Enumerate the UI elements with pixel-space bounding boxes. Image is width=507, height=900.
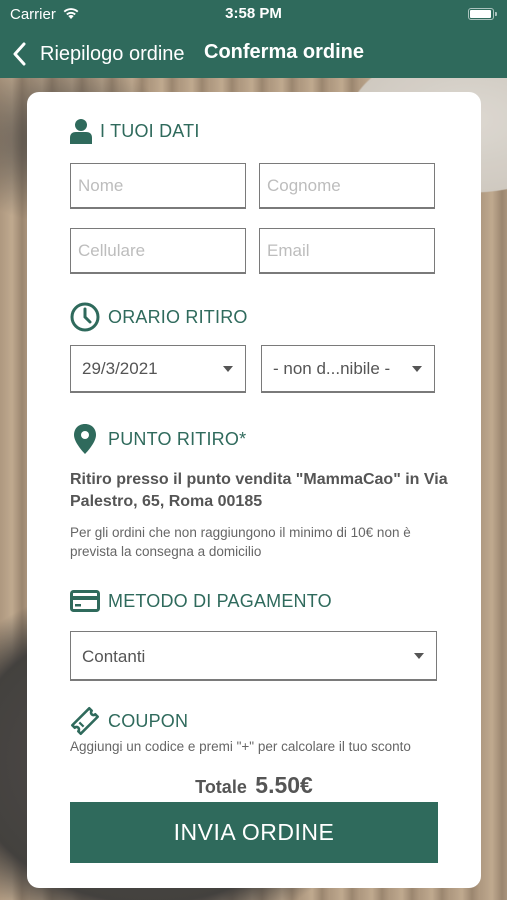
pickup-address: Ritiro presso il punto vendita "MammaCao… bbox=[70, 471, 448, 510]
coupon-hint: Aggiungi un codice e premi "+" per calco… bbox=[70, 739, 411, 754]
section-title: ORARIO RITIRO bbox=[108, 306, 248, 327]
submit-order-button[interactable]: INVIA ORDINE bbox=[70, 802, 438, 863]
battery-icon bbox=[468, 8, 497, 20]
total-value: 5.50€ bbox=[255, 772, 313, 798]
status-time: 3:58 PM bbox=[225, 5, 282, 22]
pickup-note: Per gli ordini che non raggiungono il mi… bbox=[70, 525, 411, 559]
first-name-input[interactable] bbox=[71, 164, 245, 207]
chevron-down-icon bbox=[223, 366, 233, 372]
order-total: Totale 5.50€ bbox=[27, 772, 481, 799]
user-icon bbox=[70, 118, 92, 144]
section-payment: METODO DI PAGAMENTO bbox=[70, 590, 332, 612]
last-name-field[interactable] bbox=[259, 163, 435, 209]
section-pickup-point: PUNTO RITIRO* bbox=[70, 423, 246, 455]
chevron-left-icon bbox=[12, 42, 34, 66]
payment-method-value: Contanti bbox=[82, 647, 146, 666]
pickup-date-value: 29/3/2021 bbox=[82, 359, 158, 378]
phone-field[interactable] bbox=[70, 228, 246, 274]
back-button[interactable]: Riepilogo ordine bbox=[12, 38, 185, 70]
chevron-down-icon bbox=[414, 653, 424, 659]
total-label: Totale bbox=[195, 777, 247, 797]
chevron-down-icon bbox=[412, 366, 422, 372]
pickup-slot-select[interactable]: - non d...nibile - bbox=[261, 345, 435, 393]
first-name-field[interactable] bbox=[70, 163, 246, 209]
pickup-slot-value: - non d...nibile - bbox=[273, 359, 391, 378]
email-input[interactable] bbox=[260, 229, 434, 272]
order-form-card: I TUOI DATI ORARIO RITIRO 29/3/2021 - no… bbox=[27, 92, 481, 888]
section-pickup-time: ORARIO RITIRO bbox=[70, 302, 248, 332]
credit-card-icon bbox=[70, 590, 100, 612]
section-coupon[interactable]: COUPON bbox=[70, 706, 188, 736]
section-title: METODO DI PAGAMENTO bbox=[108, 590, 332, 611]
pickup-date-select[interactable]: 29/3/2021 bbox=[70, 345, 246, 393]
ticket-icon bbox=[70, 706, 100, 736]
section-title: COUPON bbox=[108, 710, 189, 731]
back-label: Riepilogo ordine bbox=[40, 42, 185, 65]
last-name-input[interactable] bbox=[260, 164, 434, 207]
email-field[interactable] bbox=[259, 228, 435, 274]
clock-icon bbox=[70, 302, 100, 332]
payment-method-select[interactable]: Contanti bbox=[70, 631, 437, 681]
navigation-bar: Riepilogo ordine Conferma ordine bbox=[0, 30, 507, 78]
page-title: Conferma ordine bbox=[204, 41, 365, 63]
section-title: I TUOI DATI bbox=[100, 120, 200, 141]
map-pin-icon bbox=[70, 423, 100, 455]
phone-input[interactable] bbox=[71, 229, 245, 272]
section-title: PUNTO RITIRO* bbox=[108, 428, 247, 449]
section-your-data: I TUOI DATI bbox=[70, 118, 200, 144]
status-bar: Carrier 3:58 PM bbox=[0, 0, 507, 30]
